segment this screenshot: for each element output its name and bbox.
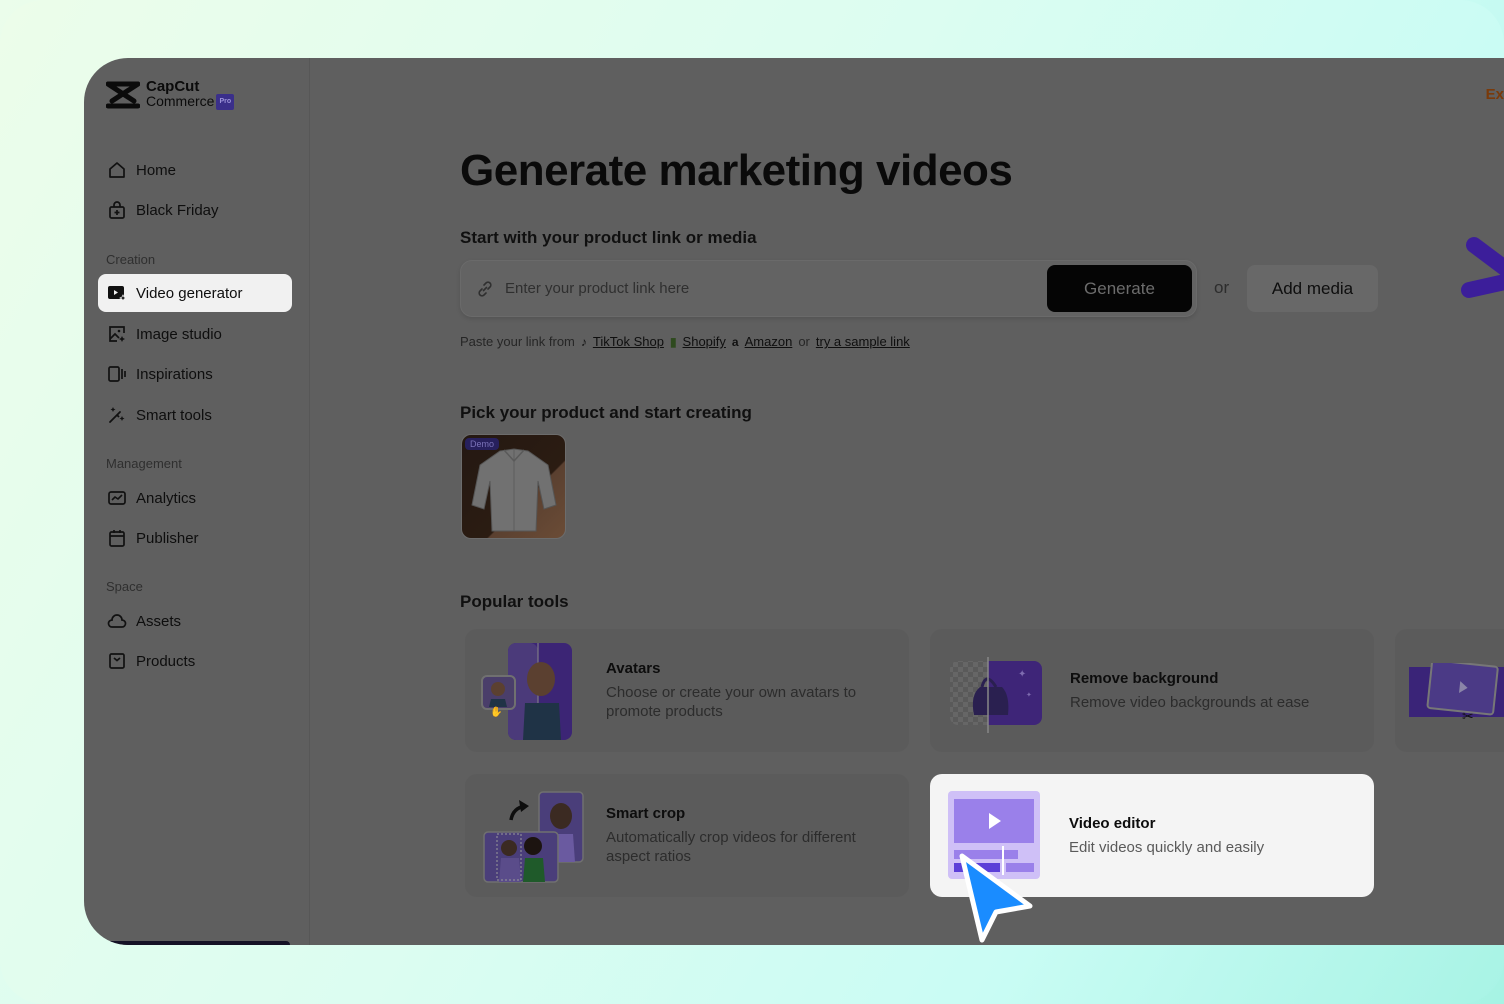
main-content: Ex Generate marketing videos Start with … bbox=[311, 58, 1504, 945]
tool-card-remove-background[interactable]: ✦ ✦ Remove background Remove video backg… bbox=[930, 629, 1374, 752]
tool-description: Edit videos quickly and easily bbox=[1069, 839, 1265, 856]
home-icon bbox=[109, 162, 125, 178]
magic-wand-icon bbox=[109, 407, 125, 423]
inspirations-icon bbox=[108, 366, 126, 382]
svg-text:✋: ✋ bbox=[490, 705, 502, 718]
capcut-logo-icon bbox=[106, 81, 140, 109]
section-label-creation: Creation bbox=[106, 252, 156, 267]
decorative-star-shape bbox=[1461, 237, 1504, 298]
tool-title: Remove background bbox=[1070, 670, 1219, 687]
image-sparkle-icon bbox=[109, 326, 125, 342]
pro-badge: Pro bbox=[216, 94, 235, 111]
link-section-title: Start with your product link or media bbox=[460, 228, 757, 247]
svg-text:✂: ✂ bbox=[1462, 708, 1474, 723]
amazon-link[interactable]: Amazon bbox=[745, 334, 793, 349]
cloud-icon bbox=[107, 614, 127, 628]
brand-name: CapCut bbox=[146, 78, 200, 95]
box-icon bbox=[109, 653, 125, 669]
svg-text:✦: ✦ bbox=[1026, 691, 1032, 699]
tools-section-title: Popular tools bbox=[460, 592, 569, 611]
tool-description: Choose or create your own avatars to pro… bbox=[606, 684, 857, 720]
mouse-cursor-icon bbox=[959, 853, 1033, 943]
tool-card-avatars[interactable]: ✋ Avatars Choose or create your own avat… bbox=[465, 629, 909, 752]
sample-link[interactable]: try a sample link bbox=[816, 334, 910, 349]
sidebar-item-label: Black Friday bbox=[136, 201, 219, 219]
sidebar-item-label: Products bbox=[136, 652, 196, 670]
avatars-illustration: ✋ bbox=[481, 643, 572, 740]
sidebar-item-products[interactable]: Products bbox=[98, 642, 292, 680]
tool-title: Smart crop bbox=[606, 805, 686, 822]
product-section-title: Pick your product and start creating bbox=[460, 403, 752, 422]
video-sparkle-icon bbox=[108, 286, 127, 302]
shirt-image bbox=[471, 448, 557, 532]
amazon-icon: a bbox=[731, 334, 739, 349]
add-media-button[interactable]: Add media bbox=[1247, 265, 1378, 312]
product-link-box: Generate bbox=[460, 260, 1197, 317]
svg-text:✦: ✦ bbox=[1018, 669, 1026, 680]
tool-description: Remove video backgrounds at ease bbox=[1070, 694, 1310, 711]
page-title: Generate marketing videos bbox=[460, 146, 1013, 195]
link-icon bbox=[478, 280, 492, 297]
app-window: CapCut Commerce Pro Home Black Friday Cre… bbox=[84, 58, 1504, 945]
sidebar-item-label: Publisher bbox=[136, 529, 199, 547]
tiktok-icon: ♪ bbox=[580, 334, 587, 349]
shopify-link[interactable]: Shopify bbox=[683, 334, 726, 349]
sidebar-item-label: Home bbox=[136, 161, 177, 179]
section-label-space: Space bbox=[106, 579, 143, 594]
tool-title: Video editor bbox=[1069, 815, 1156, 832]
tool-card-smart-crop[interactable]: Smart crop Automatically crop videos for… bbox=[465, 774, 909, 897]
shopping-bag-icon bbox=[109, 201, 125, 219]
sidebar-item-label: Image studio bbox=[136, 325, 222, 343]
sidebar-item-smart-tools[interactable]: Smart tools bbox=[98, 396, 292, 434]
product-card-demo[interactable]: Demo bbox=[461, 434, 566, 539]
shopify-icon: ▮ bbox=[669, 334, 677, 349]
tool-title: Avatars bbox=[606, 660, 661, 677]
brand-subname: Commerce bbox=[146, 93, 215, 109]
tiktok-shop-link[interactable]: TikTok Shop bbox=[593, 334, 664, 349]
video-trim-illustration: ✂ bbox=[1409, 663, 1504, 723]
analytics-icon bbox=[108, 491, 126, 505]
calendar-icon bbox=[109, 530, 125, 547]
sidebar-item-assets[interactable]: Assets bbox=[98, 602, 292, 640]
sidebar-item-analytics[interactable]: Analytics bbox=[98, 479, 292, 517]
brand-logo[interactable]: CapCut Commerce Pro bbox=[106, 78, 235, 111]
sidebar: CapCut Commerce Pro Home Black Friday Cre… bbox=[84, 58, 310, 945]
sidebar-bottom-banner[interactable] bbox=[106, 941, 290, 945]
link-sources-row: Paste your link from ♪ TikTok Shop ▮ Sho… bbox=[460, 334, 910, 349]
sidebar-item-label: Video generator bbox=[136, 284, 243, 302]
smart-crop-illustration bbox=[483, 791, 584, 883]
sidebar-item-inspirations[interactable]: Inspirations bbox=[98, 355, 292, 393]
tool-card-partial[interactable]: ✂ bbox=[1395, 629, 1504, 752]
sidebar-item-label: Assets bbox=[136, 612, 182, 630]
tool-description: Automatically crop videos for different … bbox=[606, 829, 856, 865]
sidebar-item-image-studio[interactable]: Image studio bbox=[98, 315, 292, 353]
sidebar-item-label: Analytics bbox=[136, 489, 197, 507]
sources-prefix: Paste your link from bbox=[460, 334, 575, 349]
section-label-management: Management bbox=[106, 456, 182, 471]
demo-badge: Demo bbox=[465, 438, 500, 450]
sidebar-item-label: Inspirations bbox=[136, 365, 213, 383]
sidebar-item-publisher[interactable]: Publisher bbox=[98, 519, 292, 557]
generate-button[interactable]: Generate bbox=[1047, 265, 1192, 312]
sidebar-item-home[interactable]: Home bbox=[98, 151, 292, 189]
sidebar-item-video-generator[interactable]: Video generator bbox=[98, 274, 292, 312]
sidebar-item-black-friday[interactable]: Black Friday bbox=[98, 191, 292, 229]
header-corner-link[interactable]: Ex bbox=[1486, 86, 1504, 103]
sources-or: or bbox=[798, 334, 810, 349]
sidebar-item-label: Smart tools bbox=[136, 406, 212, 424]
or-separator: or bbox=[1214, 278, 1230, 297]
remove-background-illustration: ✦ ✦ bbox=[950, 657, 1042, 733]
product-link-input[interactable] bbox=[505, 280, 1047, 297]
